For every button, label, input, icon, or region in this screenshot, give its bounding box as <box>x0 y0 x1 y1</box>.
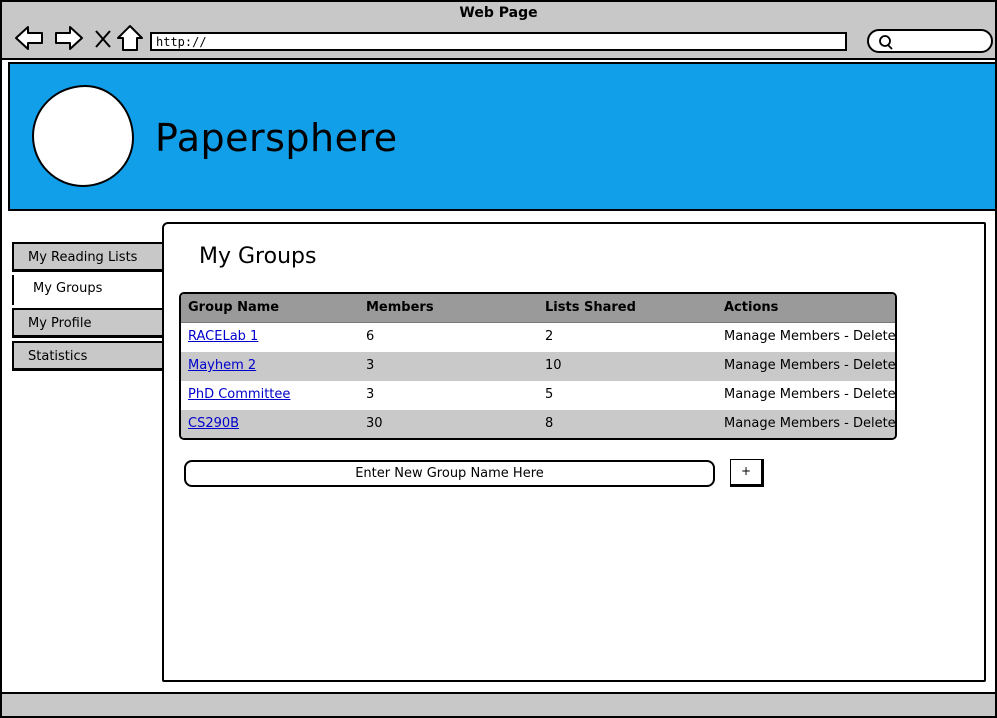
lists-shared-count: 5 <box>545 387 554 402</box>
sidebar-item-label: Statistics <box>28 349 88 364</box>
sidebar-item-my-groups[interactable]: My Groups <box>12 275 164 305</box>
group-name-link[interactable]: RACELab 1 <box>188 329 258 344</box>
sidebar-item-label: My Profile <box>28 316 92 331</box>
column-header-lists-shared: Lists Shared <box>545 300 636 315</box>
add-group-button[interactable]: + <box>730 459 764 487</box>
lists-shared-count: 8 <box>545 416 554 431</box>
app-title: Papersphere <box>155 116 398 160</box>
row-actions[interactable]: Manage Members - Delete <box>724 358 895 373</box>
browser-search-box[interactable] <box>867 29 993 53</box>
lists-shared-count: 10 <box>545 358 562 373</box>
column-header-group-name: Group Name <box>188 300 280 315</box>
table-header-row: Group Name Members Lists Shared Actions <box>181 294 895 323</box>
group-name-link[interactable]: Mayhem 2 <box>188 358 256 373</box>
logo <box>32 85 134 187</box>
search-icon <box>879 35 893 50</box>
row-actions[interactable]: Manage Members - Delete <box>724 416 895 431</box>
members-count: 30 <box>366 416 383 431</box>
row-actions[interactable]: Manage Members - Delete <box>724 387 895 402</box>
browser-window: Web Page http:// Papersphere My Reading … <box>0 0 997 718</box>
members-count: 6 <box>366 329 375 344</box>
site-header: Papersphere <box>8 62 997 211</box>
table-row: Mayhem 2 3 10 Manage Members - Delete <box>181 352 895 381</box>
sidebar-item-label: My Reading Lists <box>28 250 138 265</box>
content-panel: My Groups Group Name Members Lists Share… <box>162 222 986 682</box>
back-arrow-icon[interactable] <box>14 24 44 52</box>
sidebar-item-my-profile[interactable]: My Profile <box>12 308 164 338</box>
column-header-actions: Actions <box>724 300 779 315</box>
table-row: PhD Committee 3 5 Manage Members - Delet… <box>181 381 895 410</box>
members-count: 3 <box>366 387 375 402</box>
close-icon[interactable] <box>92 24 114 52</box>
group-name-link[interactable]: PhD Committee <box>188 387 290 402</box>
new-group-name-input[interactable]: Enter New Group Name Here <box>184 460 715 487</box>
window-title: Web Page <box>459 5 538 21</box>
status-bar <box>2 692 995 716</box>
lists-shared-count: 2 <box>545 329 554 344</box>
url-bar[interactable]: http:// <box>150 32 847 51</box>
sidebar-item-statistics[interactable]: Statistics <box>12 341 164 371</box>
column-header-members: Members <box>366 300 434 315</box>
groups-table: Group Name Members Lists Shared Actions … <box>179 292 897 440</box>
sidebar-item-my-reading-lists[interactable]: My Reading Lists <box>12 242 164 272</box>
table-row: RACELab 1 6 2 Manage Members - Delete <box>181 323 895 352</box>
table-row: CS290B 30 8 Manage Members - Delete <box>181 410 895 438</box>
members-count: 3 <box>366 358 375 373</box>
browser-chrome: Web Page http:// <box>2 2 995 60</box>
forward-arrow-icon[interactable] <box>54 24 84 52</box>
page-title: My Groups <box>199 244 317 269</box>
home-icon[interactable] <box>116 24 144 52</box>
sidebar-item-label: My Groups <box>33 281 103 296</box>
row-actions[interactable]: Manage Members - Delete <box>724 329 895 344</box>
group-name-link[interactable]: CS290B <box>188 416 239 431</box>
